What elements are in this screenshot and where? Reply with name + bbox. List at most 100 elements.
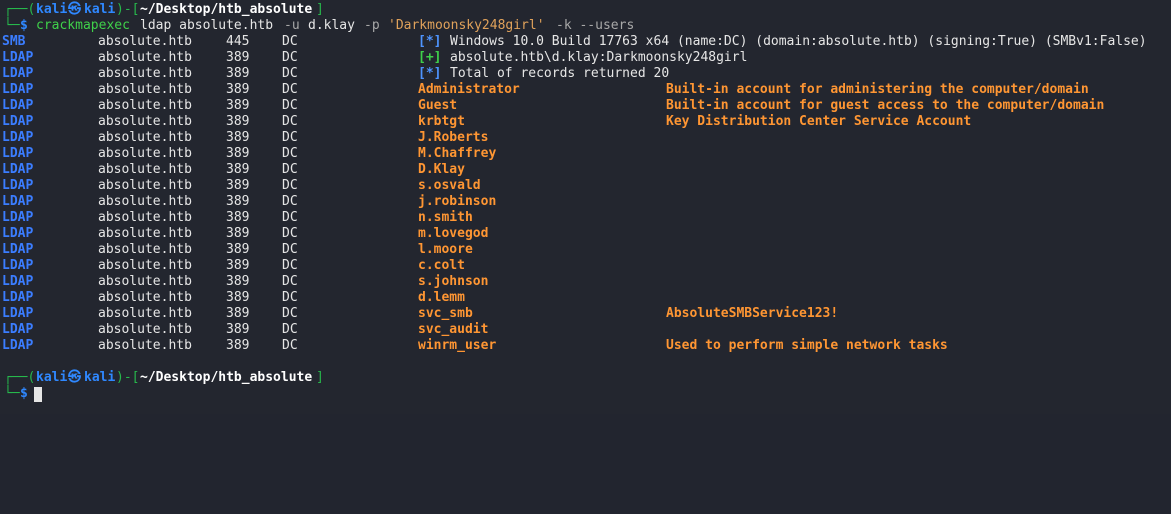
row-name: DC xyxy=(282,82,298,97)
row-port: 389 xyxy=(226,322,250,337)
row-username: n.smith xyxy=(418,210,473,225)
row-name: DC xyxy=(282,34,298,49)
row-username: m.lovegod xyxy=(418,226,489,241)
prompt-path: ~/Desktop/htb_absolute xyxy=(140,2,313,17)
row-host: absolute.htb xyxy=(98,322,192,337)
input-line[interactable]: └─ $ xyxy=(0,386,42,402)
row-protocol: LDAP xyxy=(2,178,34,193)
row-username: d.lemm xyxy=(418,290,465,305)
row-description: AbsoluteSMBService123! xyxy=(666,306,839,321)
prompt-bracket-close: ] xyxy=(316,370,324,385)
row-username: svc_audit xyxy=(418,322,489,337)
row-description: Built-in account for guest access to the… xyxy=(666,98,1105,113)
row-message: absolute.htb\d.klay:Darkmoonsky248girl xyxy=(450,50,748,65)
prompt-path: ~/Desktop/htb_absolute xyxy=(140,370,313,385)
row-name: DC xyxy=(282,226,298,241)
row-name: DC xyxy=(282,194,298,209)
row-host: absolute.htb xyxy=(98,178,192,193)
row-username: svc_smb xyxy=(418,306,473,321)
row-port: 389 xyxy=(226,242,250,257)
row-port: 389 xyxy=(226,50,250,65)
row-name: DC xyxy=(282,210,298,225)
row-host: absolute.htb xyxy=(98,34,192,49)
row-name: DC xyxy=(282,322,298,337)
row-host: absolute.htb xyxy=(98,50,192,65)
row-host: absolute.htb xyxy=(98,242,192,257)
command-args: ldap absolute.htb xyxy=(140,18,274,33)
prompt-separator: )-[ xyxy=(116,370,140,385)
row-name: DC xyxy=(282,130,298,145)
row-username: J.Roberts xyxy=(418,130,489,145)
row-description: Used to perform simple network tasks xyxy=(666,338,948,353)
row-port: 389 xyxy=(226,290,250,305)
row-description: Built-in account for administering the c… xyxy=(666,82,1089,97)
row-port: 389 xyxy=(226,338,250,353)
row-name: DC xyxy=(282,146,298,161)
prompt-corner-bottom: └─ xyxy=(4,386,20,401)
row-port: 389 xyxy=(226,274,250,289)
row-name: DC xyxy=(282,290,298,305)
row-name: DC xyxy=(282,338,298,353)
command-line: └─ $ crackmapexec ldap absolute.htb -u d… xyxy=(0,18,634,34)
row-port: 389 xyxy=(226,178,250,193)
row-port: 389 xyxy=(226,162,250,177)
row-protocol: LDAP xyxy=(2,306,34,321)
prompt-bracket-close: ] xyxy=(316,2,324,17)
row-host: absolute.htb xyxy=(98,82,192,97)
row-protocol: LDAP xyxy=(2,338,34,353)
row-name: DC xyxy=(282,162,298,177)
command-program: crackmapexec xyxy=(36,18,130,33)
terminal-window[interactable]: ┌──( kali ㉿ kali )-[ ~/Desktop/htb_absol… xyxy=(0,0,1171,414)
row-host: absolute.htb xyxy=(98,114,192,129)
prompt-user: kali xyxy=(36,370,68,385)
row-host: absolute.htb xyxy=(98,130,192,145)
row-protocol: LDAP xyxy=(2,242,34,257)
prompt-symbol: $ xyxy=(20,18,28,33)
row-host: absolute.htb xyxy=(98,146,192,161)
row-port: 445 xyxy=(226,34,250,49)
row-host: absolute.htb xyxy=(98,290,192,305)
row-protocol: SMB xyxy=(2,34,26,49)
prompt-symbol: $ xyxy=(20,386,28,401)
row-name: DC xyxy=(282,50,298,65)
row-name: DC xyxy=(282,242,298,257)
row-username: Guest xyxy=(418,98,458,113)
row-protocol: LDAP xyxy=(2,66,34,81)
command-password-arg: 'Darkmoonsky248girl' xyxy=(388,18,545,33)
row-name: DC xyxy=(282,114,298,129)
text-cursor xyxy=(34,387,42,402)
row-protocol: LDAP xyxy=(2,322,34,337)
row-username: j.robinson xyxy=(418,194,497,209)
prompt-corner-top: ┌──( xyxy=(4,2,36,17)
row-port: 389 xyxy=(226,194,250,209)
row-name: DC xyxy=(282,306,298,321)
row-status: [+] xyxy=(418,50,442,65)
prompt-separator: )-[ xyxy=(116,2,140,17)
row-host: absolute.htb xyxy=(98,226,192,241)
row-port: 389 xyxy=(226,130,250,145)
prompt-host: kali xyxy=(84,2,116,17)
row-protocol: LDAP xyxy=(2,194,34,209)
prompt-corner-top: ┌──( xyxy=(4,370,36,385)
row-port: 389 xyxy=(226,82,250,97)
prompt-line-1: ┌──( kali ㉿ kali )-[ ~/Desktop/htb_absol… xyxy=(0,2,324,18)
row-port: 389 xyxy=(226,98,250,113)
row-name: DC xyxy=(282,274,298,289)
row-protocol: LDAP xyxy=(2,146,34,161)
row-host: absolute.htb xyxy=(98,66,192,81)
command-flag-u: -u xyxy=(284,18,300,33)
row-protocol: LDAP xyxy=(2,210,34,225)
command-user-arg: d.klay xyxy=(308,18,355,33)
prompt-at-symbol: ㉿ xyxy=(68,2,82,17)
row-name: DC xyxy=(282,258,298,273)
row-protocol: LDAP xyxy=(2,258,34,273)
row-port: 389 xyxy=(226,258,250,273)
row-username: winrm_user xyxy=(418,338,497,353)
row-username: Administrator xyxy=(418,82,520,97)
prompt-at-symbol: ㉿ xyxy=(68,370,82,385)
prompt-host: kali xyxy=(84,370,116,385)
row-username: s.johnson xyxy=(418,274,489,289)
row-protocol: LDAP xyxy=(2,130,34,145)
row-username: l.moore xyxy=(418,242,473,257)
row-host: absolute.htb xyxy=(98,274,192,289)
